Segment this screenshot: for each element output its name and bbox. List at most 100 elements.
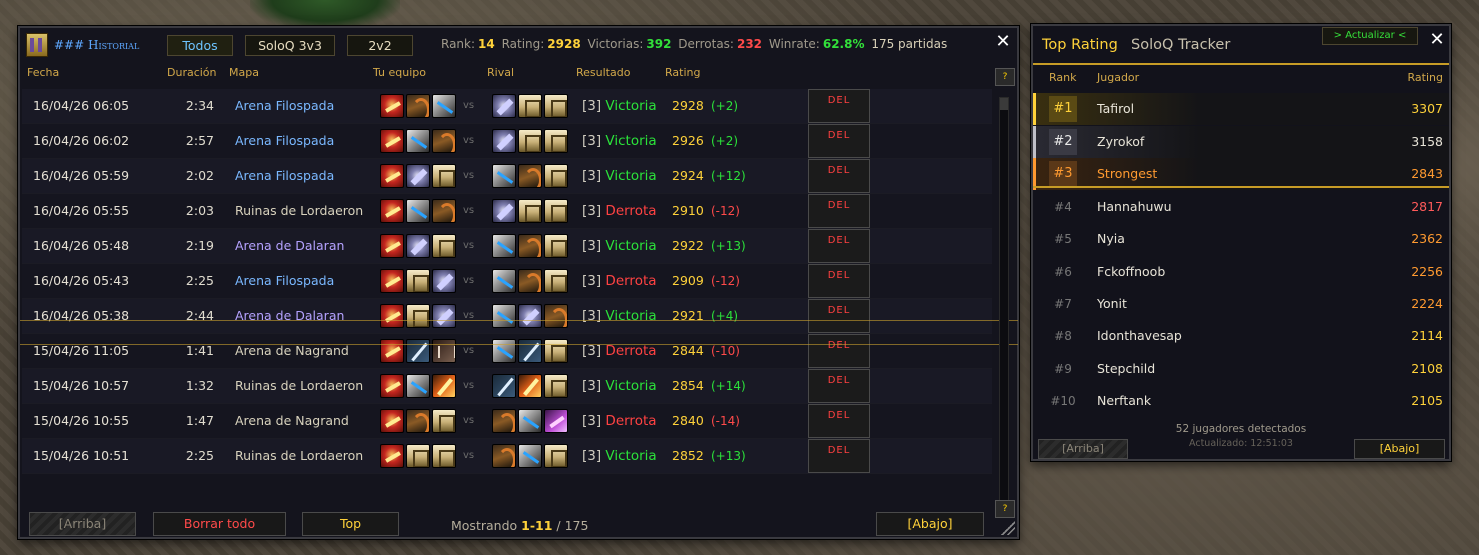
mage-class-icon [406,234,430,258]
player-row[interactable]: #8 Idonthavesap 2114 [1033,320,1449,352]
rating-change: (+2) [711,99,739,113]
vs-label: vs [463,135,475,146]
delete-button[interactable]: DEL [808,89,870,123]
refresh-button[interactable]: > Actualizar < [1322,27,1418,45]
delete-button[interactable]: DEL [808,124,870,158]
hunter-class-icon [406,94,430,118]
player-rating: 2362 [1411,231,1443,247]
wins-value: 392 [646,37,672,51]
tab-soloq-3v3[interactable]: SoloQ 3v3 [245,35,335,56]
showing-total: / 175 [556,518,589,533]
priest-class-icon [518,199,542,223]
match-date: 15/04/26 11:05 [33,343,130,358]
clear-all-button[interactable]: Borrar todo [153,512,286,536]
help-button[interactable]: ? [995,68,1015,86]
team-comp [380,159,456,193]
table-row[interactable]: 16/04/26 06:05 2:34 Arena Filospada vs [3] V… [22,89,992,124]
table-row[interactable]: 15/04/26 10:51 2:25 Ruinas de Lordaeron vs [… [22,439,992,474]
scrollbar-thumb[interactable] [1000,98,1008,110]
table-row[interactable]: 16/04/26 05:48 2:19 Arena de Dalaran vs [3] … [22,229,992,264]
delete-button[interactable]: DEL [808,229,870,263]
delete-button[interactable]: DEL [808,369,870,403]
delete-button[interactable]: DEL [808,334,870,368]
player-name: Fckoffnoob [1097,263,1166,279]
winrate-value: 62.8% [822,37,865,51]
vs-label: vs [463,415,475,426]
player-row[interactable]: #5 Nyia 2362 [1033,223,1449,255]
help-button-bottom[interactable]: ? [995,500,1015,518]
table-row[interactable]: 16/04/26 05:38 2:44 Arena de Dalaran vs [3] … [22,299,992,334]
delete-button[interactable]: DEL [808,299,870,333]
match-result: [3] Victoria [582,124,657,158]
player-row[interactable]: #4 Hannahuwu 2817 [1033,191,1449,223]
losses-label: Derrotas: [678,37,734,51]
player-row[interactable]: #2 Zyrokof 3158 [1033,125,1449,158]
close-icon[interactable]: ✕ [993,32,1013,52]
col-duracion[interactable]: Duración [167,66,217,79]
rating-change: (+2) [711,134,739,148]
hunter-class-icon [432,129,456,153]
player-row[interactable]: #7 Yonit 2224 [1033,288,1449,320]
team-comp [380,404,456,438]
delete-button[interactable]: DEL [808,159,870,193]
ranking-down-button[interactable]: [Abajo] [1354,439,1445,459]
resize-grip-icon[interactable] [1001,521,1015,535]
col-rating[interactable]: Rating [665,66,700,79]
col-resultado[interactable]: Resultado [576,66,630,79]
delete-button[interactable]: DEL [808,404,870,438]
match-date: 15/04/26 10:55 [33,413,130,428]
rating-change: (-12) [711,204,740,218]
tab-2v2[interactable]: 2v2 [347,35,413,56]
table-row[interactable]: 16/04/26 05:59 2:02 Arena Filospada vs [3] V… [22,159,992,194]
tab-todos[interactable]: Todos [167,35,233,56]
match-map: Arena de Nagrand [235,413,349,428]
col-tu-equipo[interactable]: Tu equipo [373,66,426,79]
result-outcome: Victoria [605,168,657,184]
player-row[interactable]: #9 Stepchild 2108 [1033,353,1449,385]
warrior-class-icon [380,234,404,258]
player-row[interactable]: #1 Tafirol 3307 [1033,93,1449,125]
delete-button[interactable]: DEL [808,439,870,473]
delete-button[interactable]: DEL [808,194,870,228]
match-duration: 1:41 [185,343,214,358]
divider-line [20,320,1018,321]
rogue-class-icon [492,234,516,258]
vs-label: vs [463,100,475,111]
player-rating: 2256 [1411,263,1443,279]
warrior-class-icon [380,94,404,118]
table-row[interactable]: 16/04/26 05:55 2:03 Ruinas de Lordaeron vs [… [22,194,992,229]
history-window: ### Historial Todos SoloQ 3v3 2v2 Rank: 1… [18,26,1019,539]
table-row[interactable]: 16/04/26 06:02 2:57 Arena Filospada vs [3] V… [22,124,992,159]
priest-class-icon [544,94,568,118]
match-duration: 2:19 [185,238,214,253]
col-fecha[interactable]: Fecha [27,66,59,79]
player-rating: 3158 [1411,133,1443,149]
match-rating: 2921 [672,308,704,323]
table-row[interactable]: 15/04/26 10:57 1:32 Ruinas de Lordaeron vs [… [22,369,992,404]
match-rating: 2922 [672,238,704,253]
match-result: [3] Victoria [582,369,657,403]
col-mapa[interactable]: Mapa [229,66,259,79]
col-rival[interactable]: Rival [487,66,514,79]
scroll-up-button[interactable]: [Arriba] [29,512,136,536]
top-button[interactable]: Top [302,512,399,536]
delete-button[interactable]: DEL [808,264,870,298]
castle-logo-icon [26,33,48,57]
close-icon[interactable]: ✕ [1427,30,1447,50]
result-outcome: Derrota [605,343,657,359]
table-row[interactable]: 16/04/26 05:43 2:25 Arena Filospada vs [3] D… [22,264,992,299]
ranking-up-button[interactable]: [Arriba] [1038,439,1128,459]
result-outcome: Victoria [605,98,657,114]
rival-comp [492,439,568,473]
scrollbar[interactable] [999,97,1009,507]
mage-class-icon [492,199,516,223]
warrior-class-icon [380,129,404,153]
result-bracket: [3] [582,308,606,324]
result-outcome: Victoria [605,448,657,464]
player-row[interactable]: #10 Nerftank 2105 [1033,385,1449,417]
priest-class-icon [544,164,568,188]
table-row[interactable]: 15/04/26 11:05 1:41 Arena de Nagrand vs [3] … [22,334,992,369]
scroll-down-button[interactable]: [Abajo] [876,512,984,536]
player-row[interactable]: #6 Fckoffnoob 2256 [1033,256,1449,288]
table-row[interactable]: 15/04/26 10:55 1:47 Arena de Nagrand vs [3] … [22,404,992,439]
